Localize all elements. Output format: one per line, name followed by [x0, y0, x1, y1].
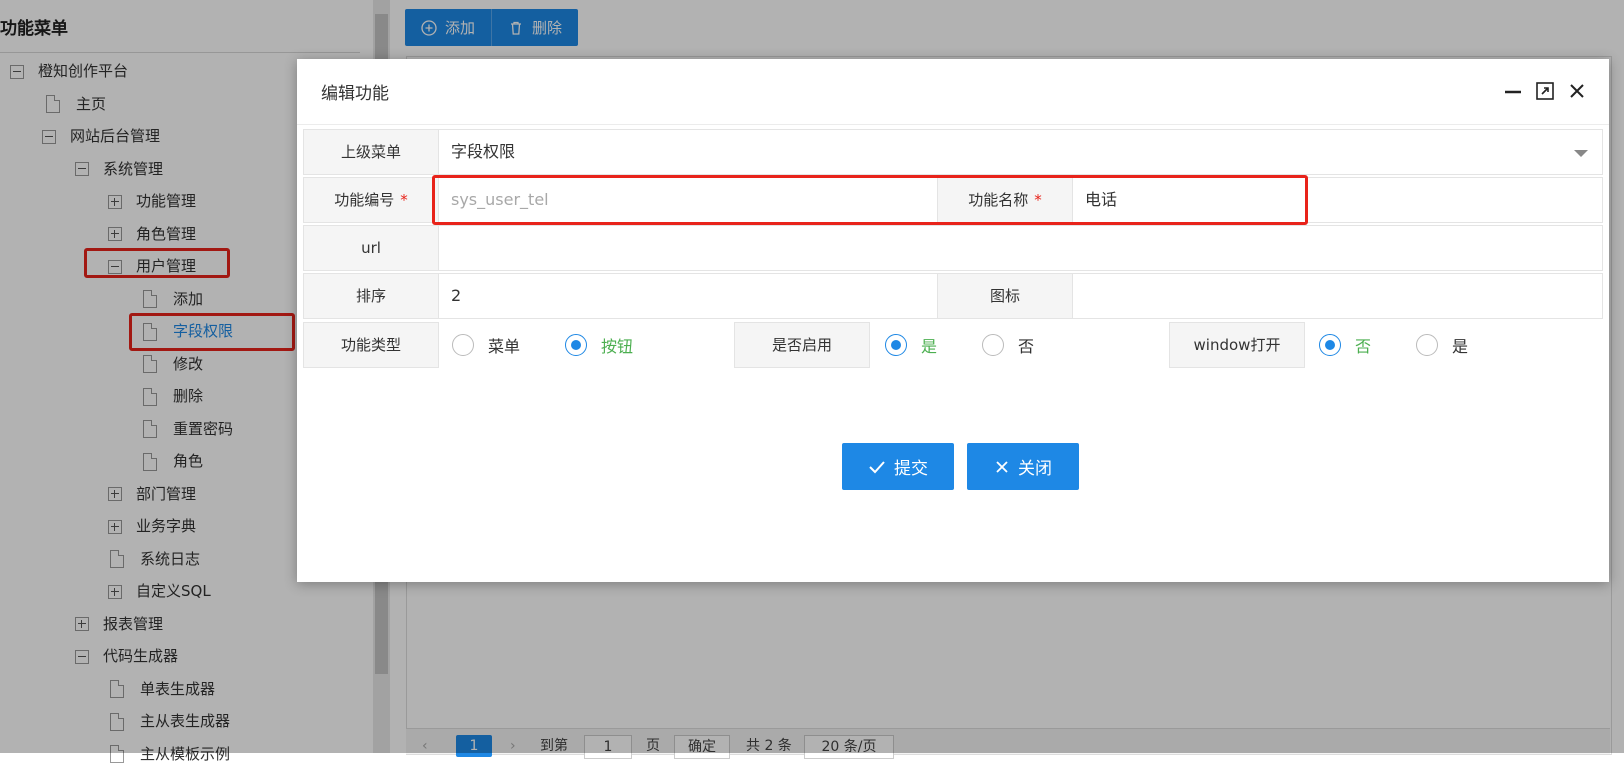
maximize-icon[interactable] [1535, 81, 1555, 101]
radio-enabled-0[interactable]: 是 [885, 333, 937, 357]
func-type-label: 功能类型 [303, 322, 439, 368]
radio-label: 是 [1452, 337, 1469, 356]
row-sort-icon: 排序 2 图标 [303, 273, 1603, 319]
row-radios: 功能类型 菜单 按钮 是否启用 是 否 window打开 否 是 [303, 322, 1603, 368]
radio-circle-icon [1416, 334, 1438, 356]
radio-circle-icon [565, 334, 587, 356]
radio-label: 菜单 [488, 337, 521, 356]
radio-label: 是 [921, 337, 938, 356]
radio-func-type-1[interactable]: 按钮 [565, 333, 633, 357]
submit-button-label: 提交 [894, 459, 928, 479]
radio-enabled-1[interactable]: 否 [982, 333, 1034, 357]
close-x-icon [996, 460, 1008, 473]
close-button[interactable]: 关闭 [967, 443, 1079, 490]
radio-func-type-0[interactable]: 菜单 [452, 333, 520, 357]
radio-window-1[interactable]: 是 [1416, 333, 1468, 357]
close-icon[interactable] [1567, 81, 1587, 101]
minimize-icon[interactable] [1503, 81, 1523, 101]
radio-label: 按钮 [601, 337, 634, 356]
parent-menu-value: 字段权限 [451, 142, 516, 161]
icon-input[interactable] [1072, 273, 1603, 319]
radio-label: 否 [1355, 337, 1372, 356]
sort-label: 排序 [303, 273, 439, 319]
icon-label: 图标 [937, 273, 1073, 319]
dialog-divider [297, 124, 1609, 125]
radio-label: 否 [1018, 337, 1035, 356]
radio-circle-icon [452, 334, 474, 356]
url-label: url [303, 225, 439, 271]
dropdown-caret-icon [1574, 150, 1588, 157]
dialog-title: 编辑功能 [321, 84, 389, 104]
highlight-box [432, 175, 1308, 225]
enabled-label: 是否启用 [734, 322, 870, 368]
row-url: url [303, 225, 1603, 271]
close-button-label: 关闭 [1018, 459, 1052, 479]
edit-function-dialog: 编辑功能 上级菜单 字段权限 功能编号 * sys_user_tel 功能名称 * … [297, 59, 1609, 582]
required-mark: * [400, 191, 408, 209]
radio-circle-icon [1319, 334, 1341, 356]
window-label: window打开 [1169, 322, 1305, 368]
func-code-label: 功能编号 * [303, 177, 439, 223]
radio-window-0[interactable]: 否 [1319, 333, 1371, 357]
row-code-name: 功能编号 * sys_user_tel 功能名称 * 电话 [303, 175, 1603, 225]
row-parent-menu: 上级菜单 字段权限 [303, 129, 1603, 175]
check-icon [869, 460, 885, 473]
parent-menu-label: 上级菜单 [303, 129, 439, 175]
url-input[interactable] [438, 225, 1603, 271]
radio-circle-icon [885, 334, 907, 356]
radio-circle-icon [982, 334, 1004, 356]
parent-menu-select[interactable]: 字段权限 [438, 129, 1603, 175]
submit-button[interactable]: 提交 [842, 443, 954, 490]
sort-input[interactable]: 2 [438, 273, 938, 319]
